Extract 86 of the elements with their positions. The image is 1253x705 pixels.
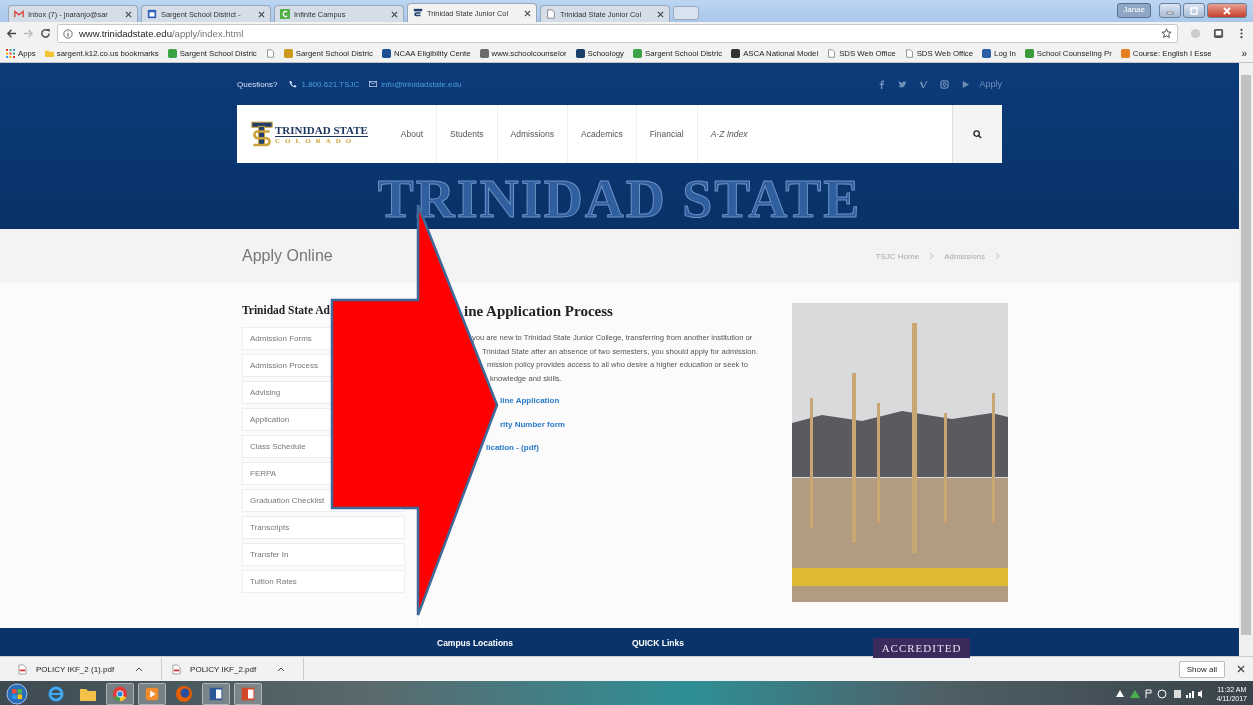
close-icon[interactable]	[258, 10, 265, 18]
star-icon[interactable]	[1161, 28, 1172, 39]
download-item[interactable]: POLICY IKF_2 (1).pdf	[8, 658, 163, 680]
page-icon	[265, 49, 275, 58]
logo-icon	[251, 120, 273, 148]
caret-icon[interactable]	[135, 666, 144, 672]
close-icon[interactable]	[1237, 665, 1245, 673]
site-icon	[575, 49, 585, 58]
nav-link[interactable]: Academics	[567, 105, 636, 163]
tray-icons[interactable]	[1114, 687, 1205, 700]
minimize-button[interactable]	[1159, 3, 1181, 18]
close-icon[interactable]	[125, 10, 132, 18]
site-icon	[167, 49, 177, 58]
word-icon[interactable]	[202, 682, 230, 705]
pdf-file-icon	[18, 663, 27, 675]
apps-icon	[6, 49, 15, 58]
page-icon	[546, 9, 556, 19]
site-icon	[381, 49, 391, 58]
vimeo-icon[interactable]	[918, 79, 928, 89]
nav-link[interactable]: Students	[436, 105, 497, 163]
sidebar-link[interactable]: Transfer In	[242, 543, 405, 566]
start-button[interactable]	[6, 682, 28, 705]
phone-icon	[289, 80, 298, 88]
email-link[interactable]: info@trinidadstate.edu	[381, 79, 462, 89]
footer-heading: Campus Locations	[437, 638, 514, 648]
chevron-icon	[995, 252, 1001, 260]
search-icon	[973, 129, 982, 139]
maximize-icon	[1189, 6, 1199, 15]
sidebar-link[interactable]: Tuition Rates	[242, 570, 405, 593]
show-all-button[interactable]: Show all	[1178, 660, 1225, 678]
nav-link[interactable]: Financial	[635, 105, 697, 163]
maximize-button[interactable]	[1183, 3, 1205, 18]
close-icon[interactable]	[524, 9, 531, 17]
folder-icon	[44, 49, 54, 58]
powerpoint-icon[interactable]	[234, 682, 262, 705]
nav-link[interactable]: Admissions	[496, 105, 568, 163]
chevron-icon	[929, 252, 935, 260]
site-icon	[731, 49, 741, 58]
download-item[interactable]: POLICY IKF_2.pdf	[162, 658, 305, 680]
page-icon	[904, 49, 914, 58]
instagram-icon[interactable]	[939, 79, 949, 89]
accreditation-badge: ACCREDITED	[873, 638, 970, 658]
address-field[interactable]: www.trinidadstate.edu/apply/index.html	[57, 24, 1178, 43]
twitter-icon[interactable]	[897, 79, 907, 89]
caret-icon[interactable]	[277, 666, 286, 672]
phone-link[interactable]: 1.800.621.TSJC	[301, 79, 360, 89]
campus-icon	[280, 9, 290, 19]
site-icon	[283, 49, 293, 58]
site-icon	[479, 49, 489, 58]
sidebar-link[interactable]: Transcripts	[242, 516, 405, 539]
content-heading: ine Application Process	[464, 303, 614, 320]
content-link[interactable]: lication - (pdf)	[486, 436, 792, 460]
page-icon	[827, 49, 837, 58]
play-icon[interactable]	[960, 79, 970, 89]
footer-heading: QUICK Links	[632, 638, 684, 648]
questions-label: Questions?	[237, 79, 278, 89]
site-icon	[633, 49, 642, 58]
scrollbar[interactable]	[1239, 63, 1253, 656]
nav-link[interactable]: A-Z Index	[696, 105, 761, 163]
logo-name: TRINIDAD STATE	[275, 123, 368, 137]
close-icon[interactable]	[391, 10, 398, 18]
calendar-icon	[147, 9, 157, 19]
chrome-icon[interactable]	[106, 682, 134, 705]
more-bookmarks-button[interactable]: »	[1241, 48, 1247, 59]
content-link[interactable]: line Application	[500, 389, 792, 413]
close-icon	[1222, 6, 1232, 15]
sidebar-heading: Trinidad State Ad	[242, 304, 331, 316]
crest-icon	[413, 8, 423, 18]
mail-icon	[14, 9, 24, 19]
mail-icon	[369, 80, 378, 88]
close-button[interactable]	[1207, 3, 1247, 18]
nav-link[interactable]: About	[387, 105, 437, 163]
page-title: Apply Online	[242, 247, 333, 265]
info-icon	[63, 28, 73, 39]
pdf-file-icon	[172, 663, 182, 675]
site-icon	[982, 49, 992, 58]
media-player-icon[interactable]	[138, 682, 166, 705]
back-icon[interactable]	[6, 28, 17, 39]
site-icon	[1120, 49, 1130, 58]
site-icon	[1024, 49, 1034, 58]
extension-icon[interactable]	[1213, 28, 1224, 39]
close-icon[interactable]	[657, 10, 664, 18]
bookmark[interactable]	[265, 49, 275, 58]
content-link[interactable]: rity Number form	[500, 412, 792, 437]
hero-watermark: TRINIDAD STATE	[377, 169, 862, 229]
reload-icon[interactable]	[40, 28, 51, 39]
